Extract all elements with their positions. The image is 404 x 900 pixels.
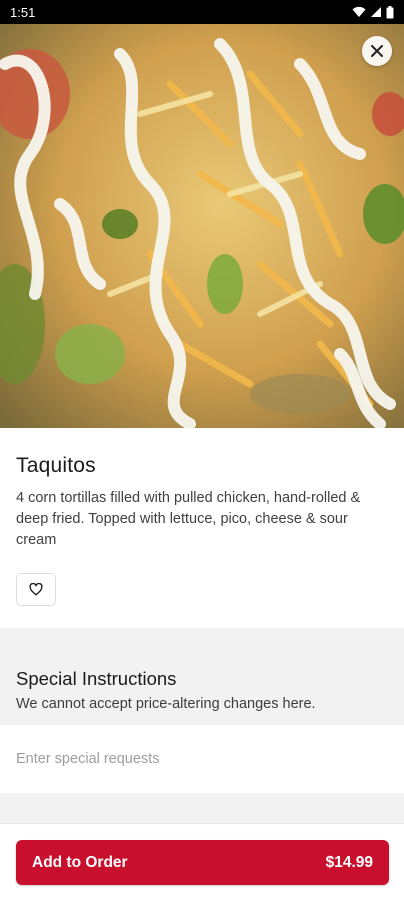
special-instructions-title: Special Instructions [16,668,177,689]
bottom-action-bar: Add to Order $14.99 [0,823,404,900]
favorite-button[interactable] [16,573,56,606]
item-description: 4 corn tortillas filled with pulled chic… [16,490,361,548]
status-time: 1:51 [10,4,36,20]
item-title: Taquitos [16,454,96,477]
item-price: $14.99 [325,853,373,871]
add-to-order-label: Add to Order [32,853,128,871]
battery-icon [386,5,394,18]
signal-icon [371,7,381,17]
wifi-icon [352,6,366,17]
item-details: Taquitos 4 corn tortillas filled with pu… [0,428,404,551]
special-instructions-subtitle: We cannot accept price-altering changes … [16,696,316,712]
status-icons [352,5,394,19]
special-instructions-header: Special Instructions We cannot accept pr… [0,665,404,725]
item-photo [0,24,404,428]
section-spacer [0,793,404,823]
status-bar: 1:51 [0,0,404,24]
heart-icon [29,583,43,596]
section-divider [0,628,404,665]
close-button[interactable] [362,36,392,66]
close-icon [371,45,383,57]
add-to-order-button[interactable]: Add to Order $14.99 [16,840,389,885]
special-requests-input[interactable] [0,725,404,793]
